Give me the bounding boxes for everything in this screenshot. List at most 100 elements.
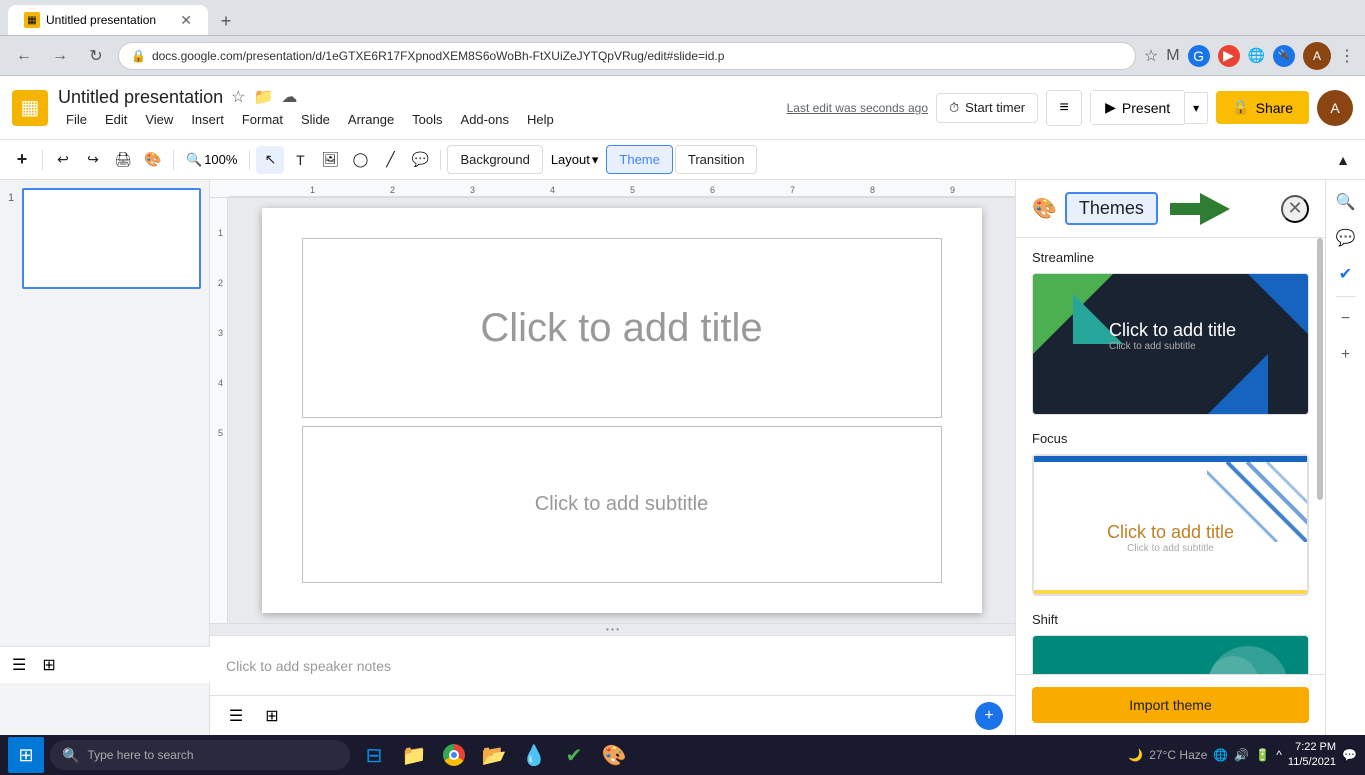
zoom-button[interactable]: 🔍 100% — [180, 148, 243, 172]
menu-tools[interactable]: Tools — [404, 110, 450, 129]
slide-subtitle-box[interactable]: Click to add subtitle — [302, 426, 942, 583]
taskbar-search[interactable]: 🔍 Type here to search — [50, 740, 350, 770]
theme-button[interactable]: Theme — [606, 145, 672, 174]
paint-format-button[interactable]: 🎨 — [139, 146, 167, 174]
user-avatar[interactable]: A — [1317, 90, 1353, 126]
menu-insert[interactable]: Insert — [183, 110, 232, 129]
star-title-icon[interactable]: ☆ — [231, 87, 245, 107]
reload-button[interactable]: ↻ — [82, 42, 110, 70]
explore-icon[interactable]: 🔍 — [1332, 188, 1360, 216]
last-edit-text[interactable]: Last edit was seconds ago — [787, 101, 928, 115]
taskbar-app2[interactable]: ✔ — [556, 737, 592, 773]
taskbar-explorer[interactable]: 📁 — [396, 737, 432, 773]
focus-preview[interactable]: Click to add title Click to add subtitle — [1032, 454, 1309, 596]
extension-icon-4[interactable]: 🔌 — [1273, 45, 1295, 67]
extension-icon-3[interactable]: 🌐 — [1248, 47, 1265, 64]
extension-icon-2[interactable]: ▶ — [1218, 45, 1240, 67]
tab-close-icon[interactable]: ✕ — [180, 12, 192, 29]
redo-button[interactable]: ↪ — [79, 146, 107, 174]
slide-grid-view-icon[interactable]: ⊞ — [258, 702, 286, 730]
menu-help[interactable]: Help — [519, 110, 562, 129]
undo-button[interactable]: ↩ — [49, 146, 77, 174]
slide-canvas-area[interactable]: Click to add title Click to add subtitle — [228, 198, 1015, 623]
menu-edit[interactable]: Edit — [97, 110, 135, 129]
taskbar-clock[interactable]: 7:22 PM 11/5/2021 — [1288, 740, 1336, 771]
transition-button[interactable]: Transition — [675, 145, 758, 174]
taskbar-chrome[interactable] — [436, 737, 472, 773]
resize-handle[interactable]: • • • — [210, 623, 1015, 635]
layout-button[interactable]: Layout ▾ — [545, 148, 605, 172]
slide-bottom-right: + — [975, 702, 1003, 730]
streamline-preview[interactable]: Click to add title Click to add subtitle — [1032, 273, 1309, 415]
star-icon[interactable]: ☆ — [1144, 46, 1158, 66]
themes-close-button[interactable]: ✕ — [1281, 195, 1309, 223]
themes-scrollbar[interactable] — [1317, 238, 1323, 500]
speaker-notes[interactable]: Click to add speaker notes — [210, 635, 1015, 695]
speaker-notes-placeholder[interactable]: Click to add speaker notes — [226, 658, 391, 674]
browser-tab[interactable]: ▦ Untitled presentation ✕ — [8, 5, 208, 35]
slide-subtitle-placeholder[interactable]: Click to add subtitle — [535, 493, 708, 516]
background-button[interactable]: Background — [447, 145, 542, 174]
menu-view[interactable]: View — [137, 110, 181, 129]
collapse-panel-button[interactable]: ▲ — [1329, 146, 1357, 174]
taskbar-moon-icon: 🌙 — [1128, 748, 1143, 762]
slide-title-box[interactable]: Click to add title — [302, 238, 942, 418]
focus-title: Focus — [1032, 431, 1309, 446]
forward-button[interactable]: → — [46, 42, 74, 70]
text-box-tool[interactable]: T — [286, 146, 314, 174]
add-slide-button[interactable]: + — [975, 702, 1003, 730]
minus-icon[interactable]: − — [1332, 305, 1360, 333]
grid-multi-icon[interactable]: ⊞ — [42, 655, 55, 675]
taskbar-taskview[interactable]: ⊟ — [356, 737, 392, 773]
menu-icon[interactable]: ⋮ — [1339, 46, 1355, 66]
image-tool[interactable]: 🖼 — [316, 146, 344, 174]
shift-preview[interactable] — [1032, 635, 1309, 674]
tasks-icon[interactable]: ✔ — [1332, 260, 1360, 288]
menu-addons[interactable]: Add-ons — [453, 110, 517, 129]
presentation-title[interactable]: Untitled presentation — [58, 87, 223, 108]
start-menu-button[interactable]: ⊞ — [8, 737, 44, 773]
speaker-notes-button[interactable]: ≡ — [1046, 90, 1082, 126]
taskbar-app3[interactable]: 🎨 — [596, 737, 632, 773]
slide-canvas[interactable]: Click to add title Click to add subtitle — [262, 208, 982, 613]
focus-preview-title: Click to add title — [1050, 522, 1291, 543]
start-timer-button[interactable]: ⏱ Start timer — [936, 93, 1038, 123]
menu-format[interactable]: Format — [234, 110, 291, 129]
shape-tool[interactable]: ◯ — [346, 146, 374, 174]
taskbar-chevron-icon[interactable]: ^ — [1276, 748, 1282, 762]
tab-title: Untitled presentation — [46, 13, 156, 27]
address-bar[interactable]: 🔒 docs.google.com/presentation/d/1eGTXE6… — [118, 42, 1136, 70]
print-button[interactable]: 🖨 — [109, 146, 137, 174]
import-theme-button[interactable]: Import theme — [1032, 687, 1309, 723]
avatar-icon[interactable]: A — [1303, 42, 1331, 70]
extension-icon-1[interactable]: G — [1188, 45, 1210, 67]
taskbar-network-icon: 🌐 — [1213, 748, 1228, 762]
notification-icon[interactable]: 💬 — [1342, 748, 1357, 762]
new-tab-button[interactable]: + — [212, 7, 240, 35]
profile-icon[interactable]: M — [1166, 47, 1179, 65]
menu-file[interactable]: File — [58, 110, 95, 129]
comments-icon[interactable]: 💬 — [1332, 224, 1360, 252]
line-tool[interactable]: ╱ — [376, 146, 404, 174]
taskbar-files[interactable]: 📂 — [476, 737, 512, 773]
plus-icon[interactable]: + — [1332, 341, 1360, 369]
present-button[interactable]: ▶ Present — [1090, 90, 1184, 125]
select-tool[interactable]: ↖ — [256, 146, 284, 174]
folder-icon[interactable]: 📁 — [253, 87, 273, 107]
menu-arrange[interactable]: Arrange — [340, 110, 402, 129]
slide-title-placeholder[interactable]: Click to add title — [480, 306, 762, 351]
toolbar-divider-4 — [440, 150, 441, 170]
slide-thumbnail[interactable] — [22, 188, 201, 289]
slide-list-view-icon[interactable]: ☰ — [222, 702, 250, 730]
share-button[interactable]: 🔒 Share — [1216, 91, 1309, 124]
ruler-mark-3: 3 — [470, 185, 475, 195]
present-dropdown-button[interactable]: ▾ — [1184, 92, 1208, 124]
cloud-icon[interactable]: ☁ — [281, 87, 297, 107]
insert-button[interactable]: + — [8, 146, 36, 174]
grid-single-icon[interactable]: ☰ — [12, 655, 26, 675]
ruler-mark-8: 8 — [870, 185, 875, 195]
comment-tool[interactable]: 💬 — [406, 146, 434, 174]
menu-slide[interactable]: Slide — [293, 110, 338, 129]
back-button[interactable]: ← — [10, 42, 38, 70]
taskbar-app1[interactable]: 💧 — [516, 737, 552, 773]
